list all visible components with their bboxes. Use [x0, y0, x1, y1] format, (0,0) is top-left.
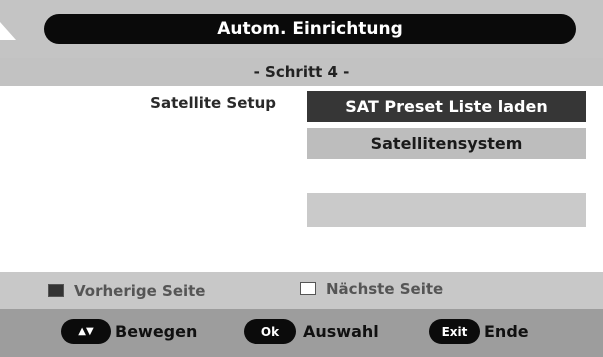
page-title: Autom. Einrichtung [44, 14, 576, 44]
previous-page-color-key [48, 284, 64, 297]
page-nav-bar: Vorherige Seite Nächste Seite [0, 272, 603, 309]
select-hint: Auswahl [303, 322, 379, 341]
exit-hint: Ende [484, 322, 529, 341]
corner-tab [0, 22, 16, 40]
previous-page-button[interactable]: Vorherige Seite [48, 272, 205, 309]
step-indicator: - Schritt 4 - [0, 58, 603, 86]
ok-key-icon: Ok [244, 319, 296, 344]
setup-screen: Autom. Einrichtung - Schritt 4 - Satelli… [0, 0, 603, 357]
menu-item-sat-preset[interactable]: SAT Preset Liste laden [307, 91, 586, 122]
menu-item-satellitensystem[interactable]: Satellitensystem [307, 128, 586, 159]
next-page-button[interactable]: Nächste Seite [300, 270, 443, 307]
next-page-color-key [300, 282, 316, 295]
next-page-label: Nächste Seite [326, 279, 444, 298]
move-hint: Bewegen [115, 322, 198, 341]
exit-key-icon: Exit [429, 319, 480, 344]
menu-item-empty [307, 193, 586, 227]
up-down-arrows-icon: ▲▼ [61, 319, 111, 344]
satellite-setup-label: Satellite Setup [150, 94, 276, 112]
help-bar: ▲▼ Bewegen Ok Auswahl Exit Ende [0, 309, 603, 357]
previous-page-label: Vorherige Seite [74, 281, 206, 300]
